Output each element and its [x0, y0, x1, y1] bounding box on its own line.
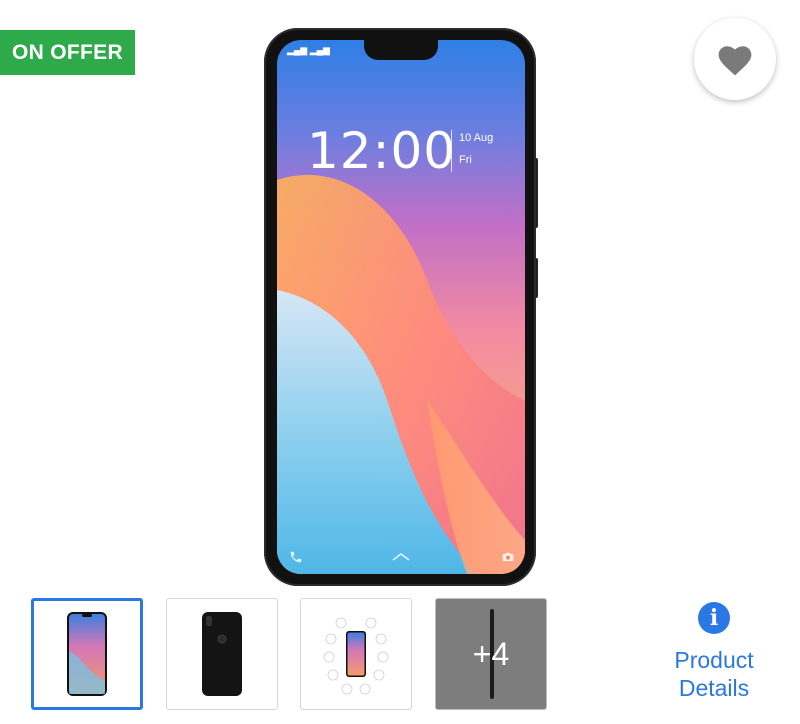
- product-details-line2: Details: [678, 675, 750, 701]
- info-icon: i: [698, 602, 730, 634]
- heart-icon: [718, 46, 752, 76]
- signal-icon: ▂▄▆ ▂▄▆: [287, 45, 330, 55]
- phone-body: ▂▄▆ ▂▄▆ 12:00 10 Aug Fri: [264, 28, 536, 586]
- chevron-up-icon: [392, 553, 410, 561]
- product-main-image[interactable]: ▂▄▆ ▂▄▆ 12:00 10 Aug Fri: [262, 28, 540, 588]
- clock-divider: [451, 130, 452, 172]
- product-details-line1: Product: [674, 647, 754, 673]
- more-images-count: +4: [472, 635, 510, 672]
- offer-badge: ON OFFER: [0, 30, 135, 75]
- thumbnail-features[interactable]: [300, 598, 412, 710]
- wishlist-button[interactable]: [694, 18, 776, 100]
- wallpaper: [277, 40, 525, 574]
- phone-front-image: [67, 612, 107, 696]
- lockscreen-day: Fri: [459, 154, 472, 166]
- phone-icon: [290, 551, 302, 563]
- lockscreen-time: 12:00: [307, 122, 457, 180]
- camera-icon: [502, 552, 514, 562]
- product-details-label: Product Details: [674, 646, 753, 702]
- thumbnail-more[interactable]: +4: [435, 598, 547, 710]
- thumbnail-phone-back[interactable]: [166, 598, 278, 710]
- features-image: [323, 617, 389, 695]
- phone-screen: ▂▄▆ ▂▄▆ 12:00 10 Aug Fri: [277, 40, 525, 574]
- phone-notch: [364, 40, 438, 60]
- phone-back-image: [202, 612, 242, 696]
- lockscreen-date: 10 Aug: [459, 132, 494, 144]
- thumbnail-phone-front[interactable]: [31, 598, 143, 710]
- product-details-link[interactable]: i Product Details: [652, 598, 776, 714]
